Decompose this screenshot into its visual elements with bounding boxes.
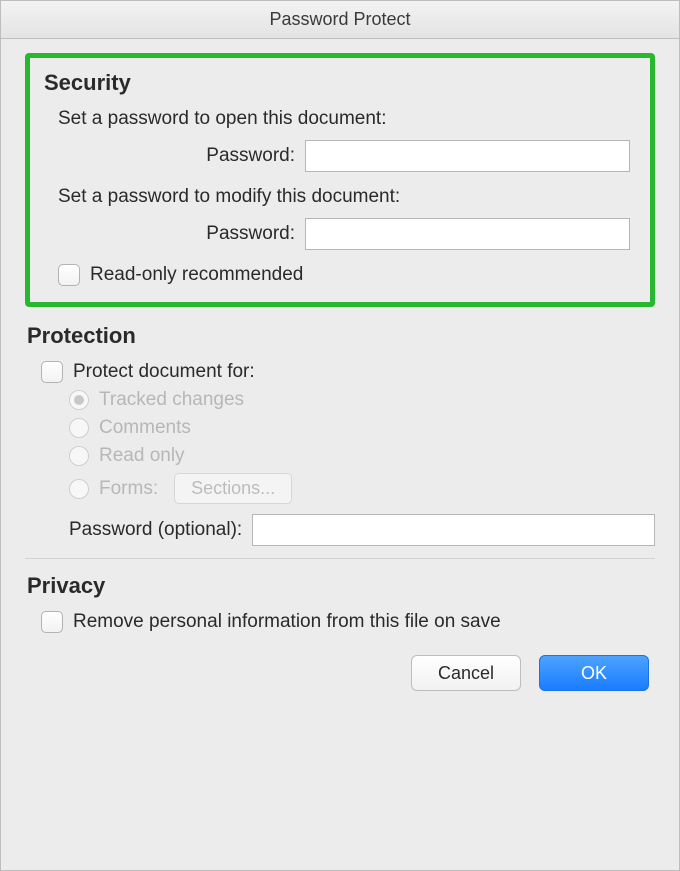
protect-document-checkbox[interactable] [41, 361, 63, 383]
radio-read-only[interactable] [69, 446, 89, 466]
modify-password-prompt: Set a password to modify this document: [58, 186, 638, 208]
modify-password-label: Password: [206, 223, 295, 245]
modify-password-input[interactable] [305, 218, 630, 250]
security-heading: Security [44, 70, 638, 96]
radio-tracked-changes[interactable] [69, 390, 89, 410]
protect-document-label: Protect document for: [73, 361, 255, 383]
ok-button[interactable]: OK [539, 655, 649, 691]
dialog-footer: Cancel OK [25, 655, 655, 691]
radio-comments-label: Comments [99, 417, 191, 439]
cancel-button[interactable]: Cancel [411, 655, 521, 691]
privacy-heading: Privacy [27, 573, 655, 599]
remove-personal-info-label: Remove personal information from this fi… [73, 611, 501, 633]
section-divider [25, 558, 655, 559]
protection-password-input[interactable] [252, 514, 655, 546]
radio-tracked-changes-label: Tracked changes [99, 389, 244, 411]
open-password-label: Password: [206, 145, 295, 167]
protection-password-label: Password (optional): [69, 519, 242, 541]
open-password-input[interactable] [305, 140, 630, 172]
password-protect-dialog: Password Protect Security Set a password… [0, 0, 680, 871]
window-title: Password Protect [269, 9, 410, 30]
radio-forms-label: Forms: [99, 478, 158, 500]
radio-read-only-label: Read only [99, 445, 185, 467]
titlebar: Password Protect [1, 1, 679, 39]
readonly-recommended-checkbox[interactable] [58, 264, 80, 286]
security-highlight-box: Security Set a password to open this doc… [25, 53, 655, 307]
readonly-recommended-label: Read-only recommended [90, 264, 303, 286]
open-password-prompt: Set a password to open this document: [58, 108, 638, 130]
protection-radio-group: Tracked changes Comments Read only Forms… [69, 389, 655, 504]
radio-comments[interactable] [69, 418, 89, 438]
radio-forms[interactable] [69, 479, 89, 499]
sections-button[interactable]: Sections... [174, 473, 292, 504]
protection-heading: Protection [27, 323, 655, 349]
remove-personal-info-checkbox[interactable] [41, 611, 63, 633]
